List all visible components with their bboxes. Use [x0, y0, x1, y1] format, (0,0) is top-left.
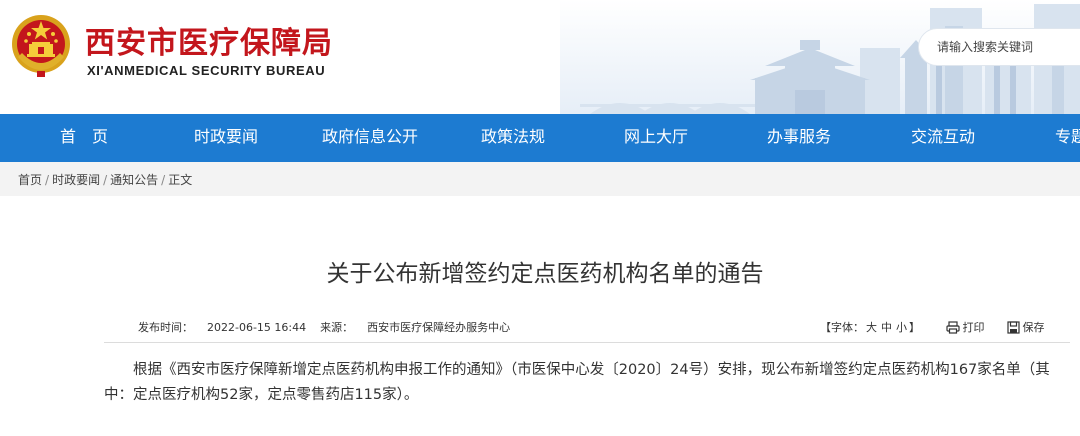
site-subtitle: XI'ANMEDICAL SECURITY BUREAU	[87, 63, 326, 78]
font-size-medium-button[interactable]: 中	[881, 321, 892, 334]
nav-news[interactable]: 时政要闻	[194, 114, 258, 162]
article-source: 来源： 西安市医疗保障经办服务中心	[320, 321, 510, 334]
save-icon	[1006, 321, 1020, 334]
article-divider	[104, 342, 1070, 343]
breadcrumb-notices[interactable]: 通知公告	[110, 173, 158, 187]
source-value: 西安市医疗保障经办服务中心	[367, 321, 511, 334]
nav-services[interactable]: 办事服务	[767, 114, 831, 162]
save-label: 保存	[1022, 321, 1045, 334]
font-size-label: 【字体：	[820, 321, 864, 334]
publish-time: 发布时间： 2022-06-15 16:44	[138, 321, 306, 334]
main-nav: 首 页 时政要闻 政府信息公开 政策法规 网上大厅 办事服务 交流互动 专题	[0, 114, 1080, 162]
site-header: 西安市医疗保障局 XI'ANMEDICAL SECURITY BUREAU	[0, 0, 1080, 114]
nav-topics[interactable]: 专题	[1055, 114, 1080, 162]
breadcrumb-home[interactable]: 首页	[18, 173, 42, 187]
breadcrumb-separator: /	[45, 173, 50, 187]
font-size-close: 】	[909, 321, 920, 334]
breadcrumb-separator: /	[103, 173, 108, 187]
national-emblem-icon[interactable]	[10, 13, 72, 79]
article-tools: 【字体：大中小】 打印 保存	[820, 319, 1045, 335]
printer-icon	[945, 321, 960, 334]
publish-time-label: 发布时间：	[138, 321, 193, 334]
search-input[interactable]	[937, 37, 1077, 57]
breadcrumb: 首页 / 时政要闻 / 通知公告 / 正文	[0, 162, 1080, 196]
nav-interaction[interactable]: 交流互动	[911, 114, 975, 162]
article-container: 关于公布新增签约定点医药机构名单的通告 发布时间： 2022-06-15 16:4…	[10, 196, 1080, 436]
article-meta: 发布时间： 2022-06-15 16:44 来源： 西安市医疗保障经办服务中心	[138, 319, 510, 335]
nav-online-hall[interactable]: 网上大厅	[624, 114, 688, 162]
print-label: 打印	[962, 321, 985, 334]
article-title: 关于公布新增签约定点医药机构名单的通告	[326, 261, 764, 287]
nav-policies[interactable]: 政策法规	[481, 114, 545, 162]
article-body: 根据《西安市医疗保障新增定点医药机构申报工作的通知》（市医保中心发〔2020〕2…	[104, 362, 1050, 403]
breadcrumb-news[interactable]: 时政要闻	[52, 173, 100, 187]
search-box	[918, 28, 1080, 66]
nav-gov-info[interactable]: 政府信息公开	[322, 114, 418, 162]
print-button[interactable]: 打印	[945, 321, 985, 334]
save-button[interactable]: 保存	[1006, 321, 1045, 334]
site-title: 西安市医疗保障局	[85, 26, 333, 61]
nav-home[interactable]: 首 页	[60, 114, 108, 162]
source-label: 来源：	[320, 321, 354, 334]
publish-time-value: 2022-06-15 16:44	[207, 321, 307, 334]
font-size-small-button[interactable]: 小	[896, 321, 907, 334]
font-size-large-button[interactable]: 大	[866, 321, 877, 334]
breadcrumb-current: 正文	[168, 173, 193, 187]
breadcrumb-separator: /	[161, 173, 166, 187]
